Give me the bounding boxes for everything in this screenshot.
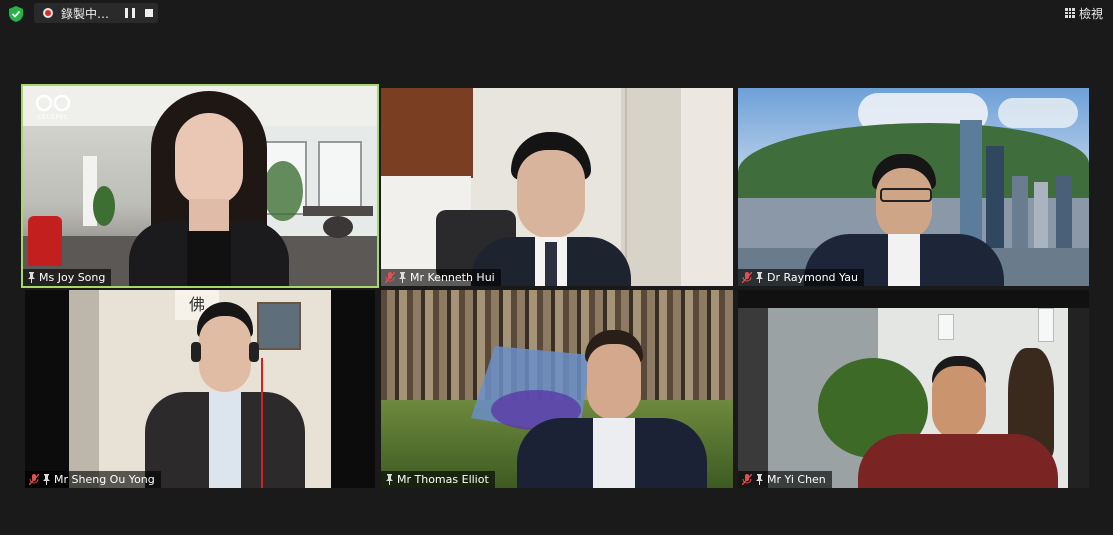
video-tile-raymond-yau[interactable]: Dr Raymond Yau <box>738 88 1089 286</box>
video-tile-sheng-ou-yong[interactable]: 佛 Mr Sheng Ou Yong <box>25 290 375 488</box>
participant-video-thomas-elliot <box>517 330 707 488</box>
video-tile-thomas-elliot[interactable]: Mr Thomas Elliot <box>381 290 733 488</box>
meeting-top-bar: 錄製中… 檢視 <box>0 0 1113 28</box>
pin-icon <box>399 272 406 283</box>
participant-video-kenneth-hui <box>471 132 631 286</box>
pin-icon <box>28 272 35 283</box>
pin-icon <box>43 474 50 485</box>
participant-name-tag: Mr Kenneth Hui <box>381 269 501 286</box>
mic-muted-icon <box>29 474 39 485</box>
mic-muted-icon <box>385 272 395 283</box>
participant-name-tag: Ms Joy Song <box>23 269 112 286</box>
pin-icon <box>386 474 393 485</box>
recording-dot-icon <box>43 8 53 18</box>
pause-recording-button[interactable] <box>125 8 135 18</box>
video-tile-kenneth-hui[interactable]: Mr Kenneth Hui <box>381 88 733 286</box>
view-label: 檢視 <box>1078 6 1103 21</box>
recording-label: 錄製中… <box>61 6 110 21</box>
video-tile-joy-song[interactable]: CECEPEC Ms Joy Song <box>21 84 379 288</box>
participant-video-joy-song <box>129 91 289 286</box>
shield-check-icon[interactable] <box>9 6 23 22</box>
participant-video-yi-chen <box>858 356 1058 488</box>
recording-indicator: 錄製中… <box>34 3 158 23</box>
participant-video-raymond-yau <box>804 154 1004 286</box>
mic-muted-icon <box>742 272 752 283</box>
participant-name-tag: Mr Thomas Elliot <box>381 471 495 488</box>
stop-recording-button[interactable] <box>145 9 153 17</box>
participant-video-sheng-ou-yong <box>125 302 325 488</box>
view-button[interactable]: 檢視 <box>1064 4 1103 22</box>
company-logo: CECEPEC <box>31 94 75 121</box>
grid-view-icon <box>1064 8 1075 18</box>
video-tile-yi-chen[interactable]: Mr Yi Chen <box>738 290 1089 488</box>
participant-name-tag: Mr Sheng Ou Yong <box>25 471 161 488</box>
pin-icon <box>756 474 763 485</box>
participant-name-tag: Dr Raymond Yau <box>738 269 864 286</box>
mic-muted-icon <box>742 474 752 485</box>
pin-icon <box>756 272 763 283</box>
participant-name-tag: Mr Yi Chen <box>738 471 832 488</box>
